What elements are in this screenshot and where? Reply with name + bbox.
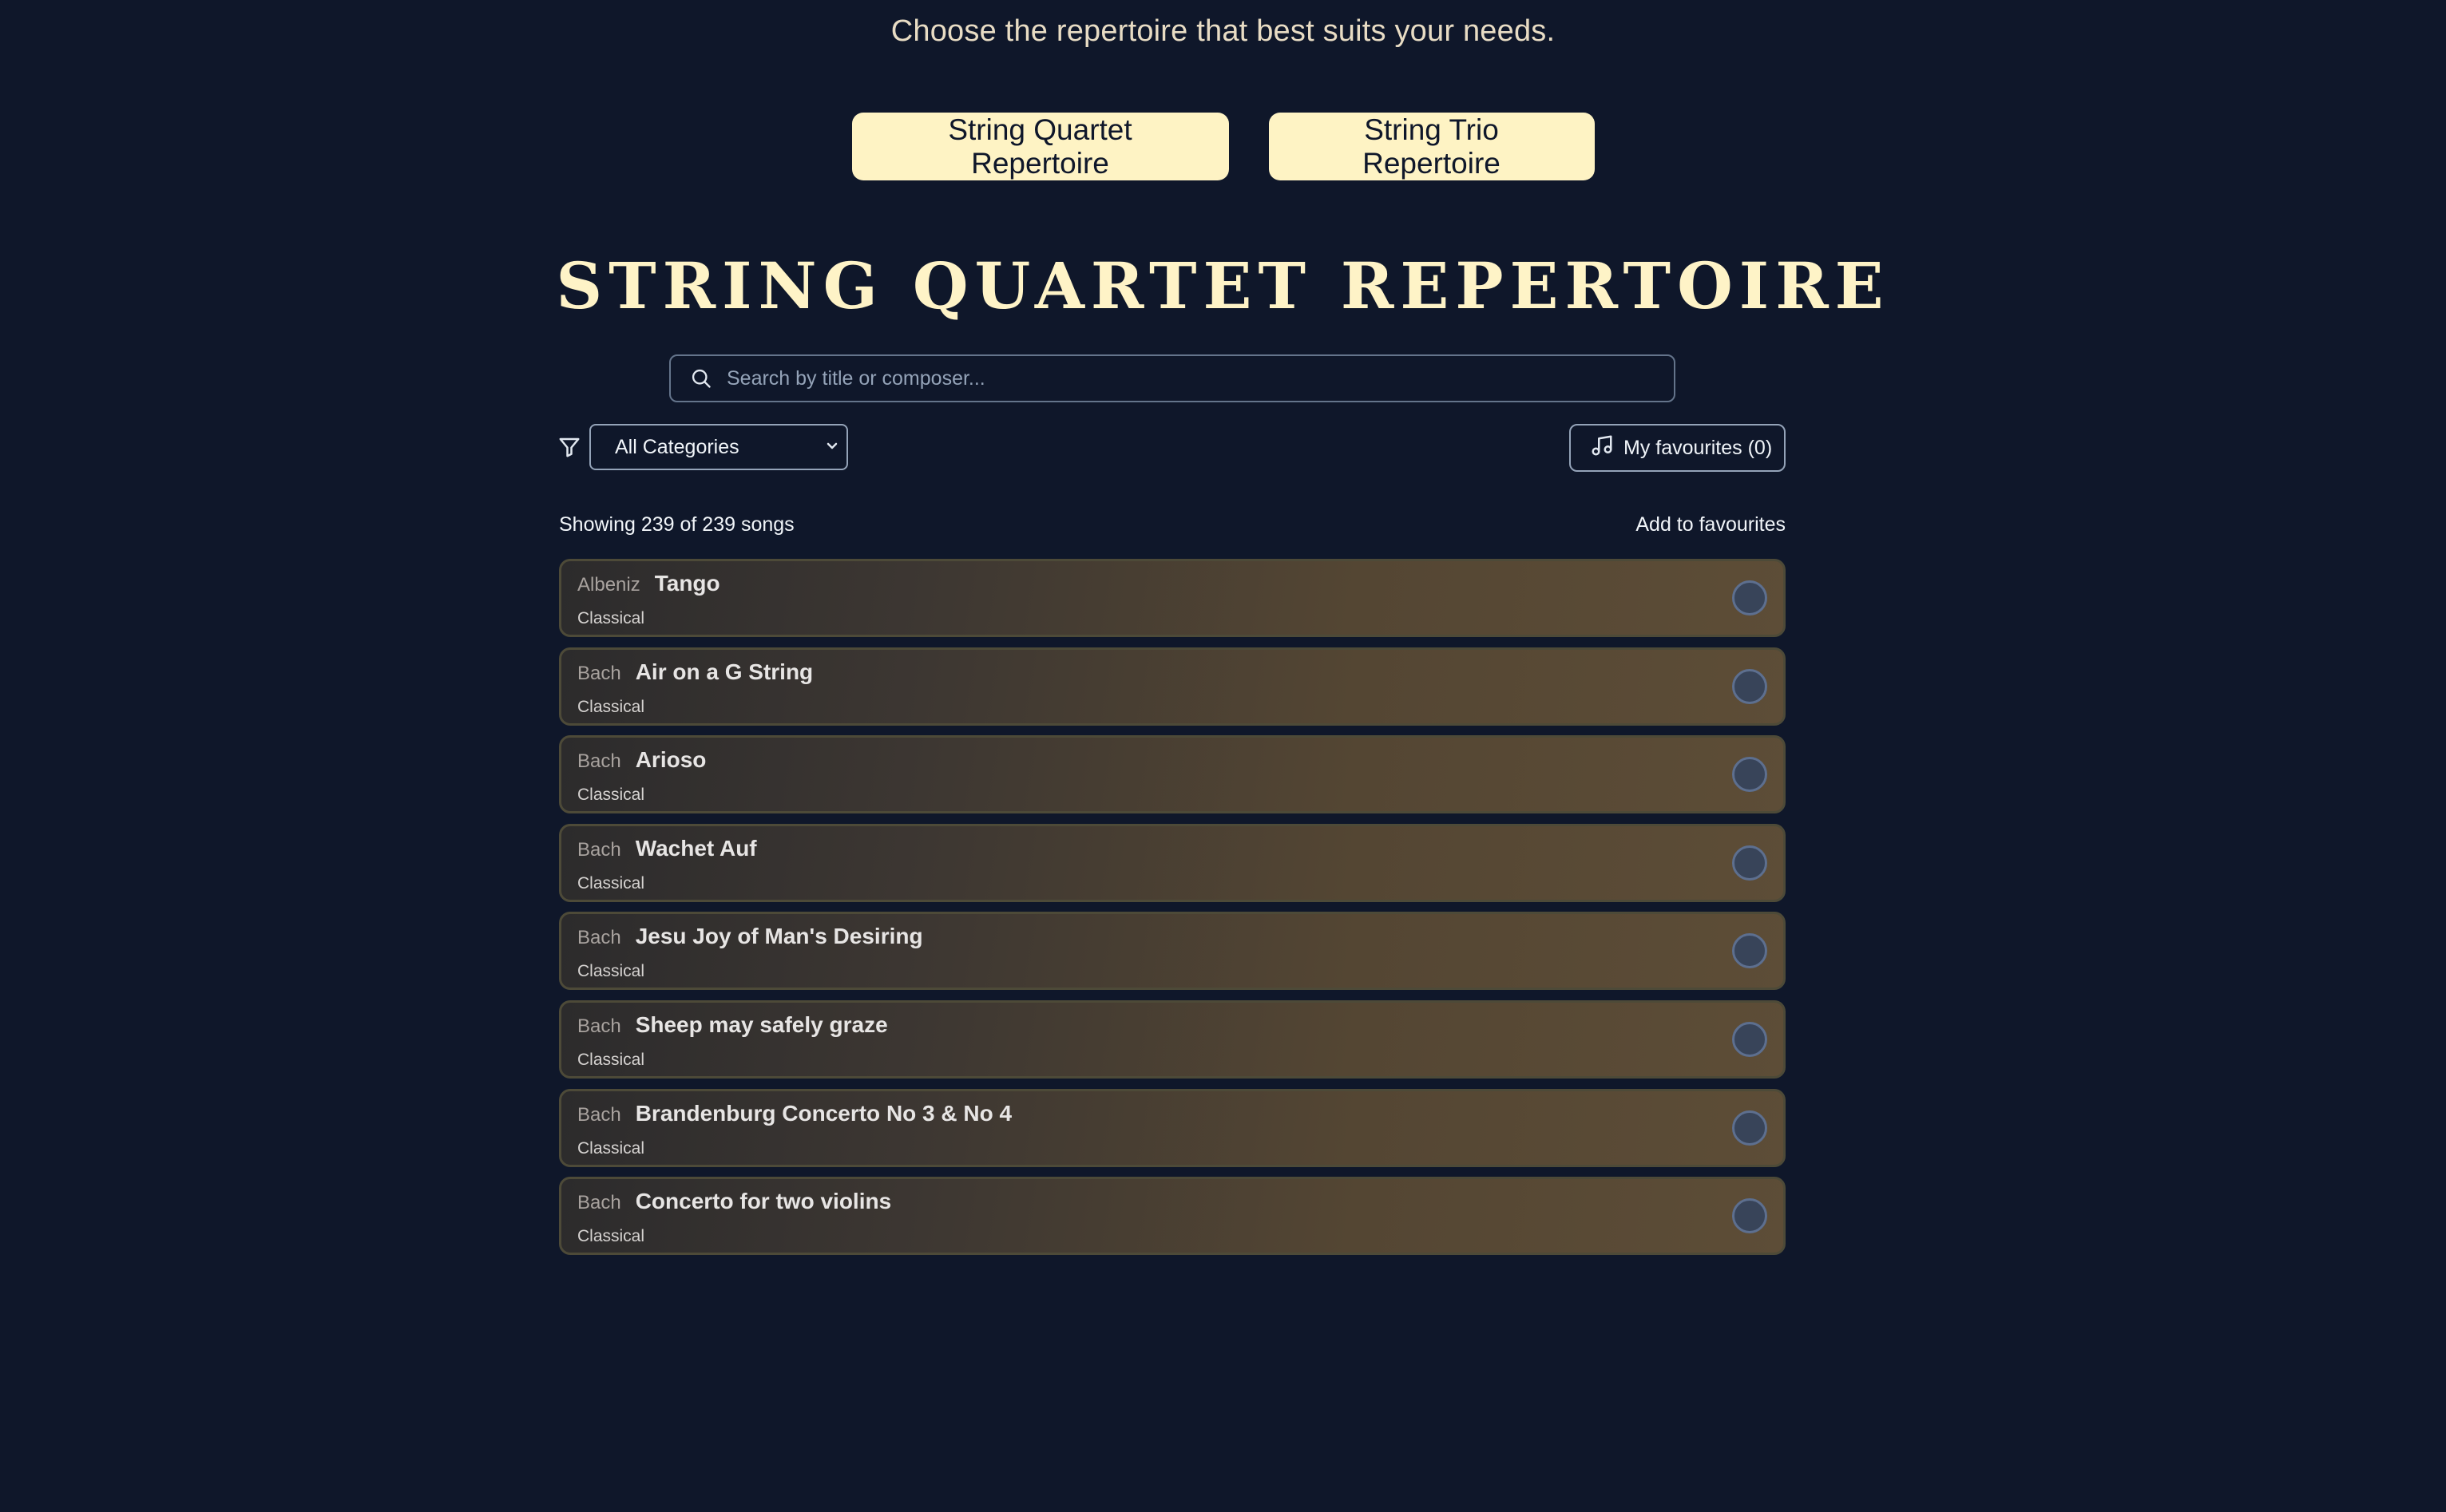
add-to-favourites-header: Add to favourites (1635, 513, 1786, 536)
favourite-toggle[interactable] (1732, 1021, 1767, 1057)
music-note-icon (1590, 433, 1614, 463)
song-title: Brandenburg Concerto No 3 & No 4 (635, 1100, 1013, 1126)
song-composer: Albeniz (577, 574, 640, 596)
my-favourites-button[interactable]: My favourites (0) (1569, 424, 1786, 472)
song-list: Albeniz Tango Classical Bach Air on a G … (559, 559, 1786, 1265)
favourite-toggle[interactable] (1732, 845, 1767, 881)
string-quartet-button[interactable]: String Quartet Repertoire (851, 113, 1229, 180)
favourite-toggle[interactable] (1732, 1110, 1767, 1146)
song-composer: Bach (577, 750, 621, 773)
string-trio-button[interactable]: String Trio Repertoire (1268, 113, 1595, 180)
song-category: Classical (577, 962, 645, 981)
favourite-toggle[interactable] (1732, 933, 1767, 969)
page: Choose the repertoire that best suits yo… (0, 0, 2446, 1512)
song-composer: Bach (577, 1103, 621, 1126)
song-title: Jesu Joy of Man's Desiring (635, 924, 923, 949)
song-category: Classical (577, 1138, 645, 1158)
song-category: Classical (577, 697, 645, 716)
song-row[interactable]: Bach Concerto for two violins Classical (559, 1177, 1786, 1256)
favourite-toggle[interactable] (1732, 1198, 1767, 1234)
repertoire-switcher: String Quartet Repertoire String Trio Re… (0, 113, 2446, 180)
song-row[interactable]: Bach Arioso Classical (559, 735, 1786, 814)
category-select-value: All Categories (615, 435, 739, 458)
results-count: Showing 239 of 239 songs (559, 513, 795, 536)
song-category: Classical (577, 1227, 645, 1246)
song-title: Air on a G String (635, 659, 814, 684)
favourite-toggle[interactable] (1732, 580, 1767, 615)
song-title: Concerto for two violins (635, 1189, 892, 1214)
song-composer: Bach (577, 662, 621, 684)
song-category: Classical (577, 1050, 645, 1069)
song-row[interactable]: Bach Sheep may safely graze Classical (559, 999, 1786, 1079)
song-title: Wachet Auf (635, 835, 757, 861)
song-composer: Bach (577, 927, 621, 949)
search-icon (685, 362, 717, 394)
page-subtitle: Choose the repertoire that best suits yo… (890, 14, 1556, 48)
song-row[interactable]: Bach Brandenburg Concerto No 3 & No 4 Cl… (559, 1088, 1786, 1167)
song-composer: Bach (577, 838, 621, 861)
search-box (669, 354, 1675, 402)
song-title: Arioso (635, 747, 707, 773)
song-composer: Bach (577, 1015, 621, 1037)
song-category: Classical (577, 873, 645, 893)
my-favourites-label: My favourites (0) (1623, 436, 1773, 459)
song-row[interactable]: Bach Wachet Auf Classical (559, 823, 1786, 902)
filter-icon (557, 435, 585, 462)
song-row[interactable]: Albeniz Tango Classical (559, 559, 1786, 637)
search-input[interactable] (717, 355, 1674, 402)
section-title: STRING QUARTET REPERTOIRE (556, 248, 1890, 323)
song-title: Tango (654, 571, 720, 596)
song-row[interactable]: Bach Jesu Joy of Man's Desiring Classica… (559, 912, 1786, 991)
favourite-toggle[interactable] (1732, 757, 1767, 793)
song-category: Classical (577, 786, 645, 805)
song-title: Sheep may safely graze (635, 1011, 888, 1037)
favourite-toggle[interactable] (1732, 668, 1767, 704)
song-composer: Bach (577, 1192, 621, 1214)
song-category: Classical (577, 609, 645, 627)
song-row[interactable]: Bach Air on a G String Classical (559, 647, 1786, 726)
chevron-down-icon (823, 437, 842, 456)
category-select[interactable]: All Categories (589, 424, 848, 470)
